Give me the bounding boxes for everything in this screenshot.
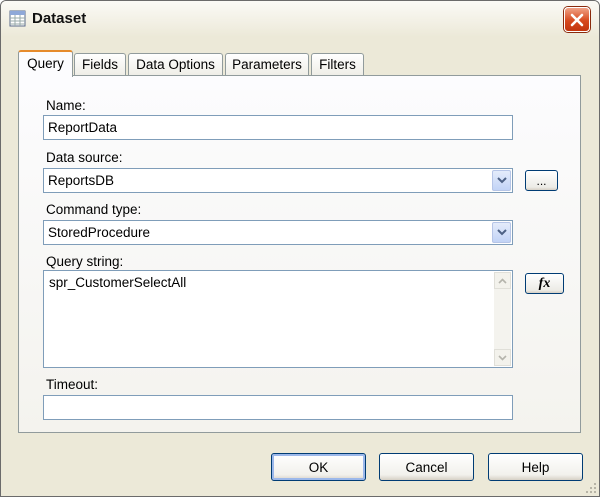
arrow-up-icon xyxy=(498,277,507,284)
datasource-dropdown-button[interactable] xyxy=(492,170,511,191)
query-content: Name: ReportData Data source: ReportsDB … xyxy=(1,1,599,496)
chevron-down-icon xyxy=(496,177,507,184)
querystring-scrollbar[interactable] xyxy=(494,272,511,366)
datasource-browse-button[interactable]: ... xyxy=(525,170,558,191)
datasource-value: ReportsDB xyxy=(48,173,115,188)
commandtype-label: Command type: xyxy=(46,202,142,217)
datasource-select[interactable]: ReportsDB xyxy=(43,168,513,193)
scroll-down-button[interactable] xyxy=(494,349,511,366)
expression-button[interactable]: fx xyxy=(525,273,564,294)
arrow-down-icon xyxy=(498,354,507,361)
name-field[interactable]: ReportData xyxy=(43,115,513,140)
datasource-label: Data source: xyxy=(46,150,123,165)
querystring-value: spr_CustomerSelectAll xyxy=(49,275,187,290)
querystring-label: Query string: xyxy=(46,254,124,269)
timeout-field[interactable] xyxy=(43,395,513,420)
commandtype-value: StoredProcedure xyxy=(48,225,151,240)
timeout-label: Timeout: xyxy=(46,377,99,392)
commandtype-select[interactable]: StoredProcedure xyxy=(43,220,513,245)
querystring-textarea[interactable]: spr_CustomerSelectAll xyxy=(43,270,513,368)
scroll-up-button[interactable] xyxy=(494,272,511,289)
name-label: Name: xyxy=(46,98,86,113)
chevron-down-icon xyxy=(496,229,507,236)
commandtype-dropdown-button[interactable] xyxy=(492,222,511,243)
dataset-dialog: Dataset Query Fields Data Options Parame… xyxy=(0,0,600,497)
